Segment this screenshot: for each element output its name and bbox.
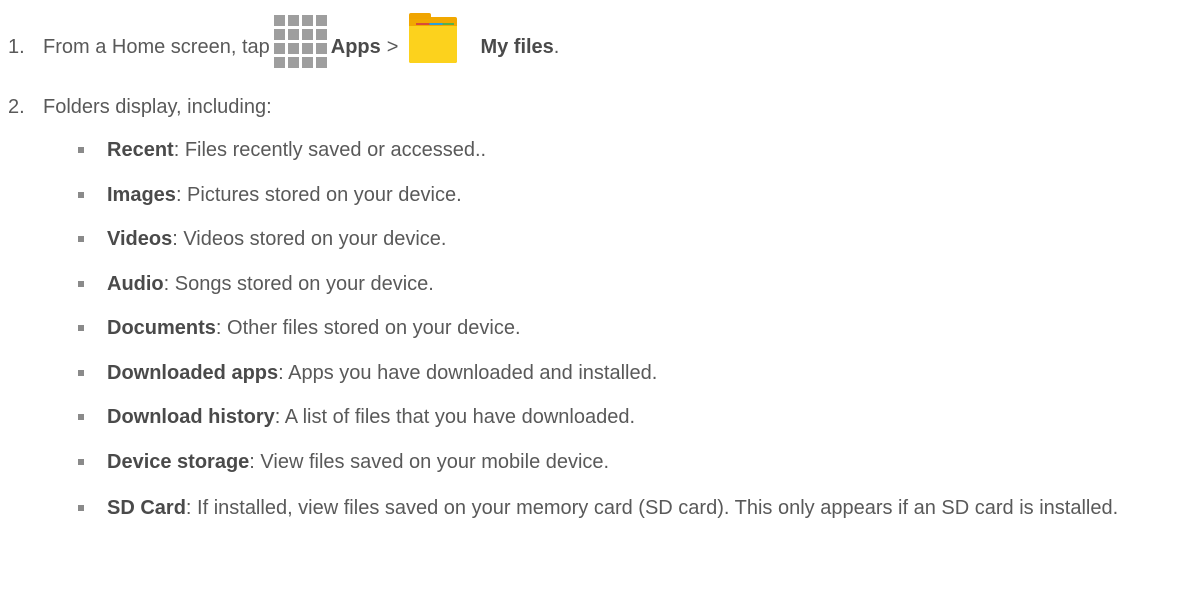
folder-description: : Songs stored on your device. [163,272,434,295]
square-bullet-icon [78,325,84,331]
folder-name: Device storage [107,450,250,473]
square-bullet-icon [78,236,84,242]
list-item: Recent: Files recently saved or accessed… [78,137,1168,163]
folder-name: Recent [107,139,174,161]
folder-description: : A list of files that you have download… [274,406,636,428]
square-bullet-icon [78,458,84,465]
my-files-folder-icon [408,13,458,65]
step-1: 1. From a Home screen, tap Apps > My fil… [0,13,560,68]
list-item: Audio: Songs stored on your device. [78,271,1168,297]
folder-name: Documents [107,317,216,339]
folder-description: : Apps you have downloaded and installed… [278,361,658,384]
square-bullet-icon [78,369,84,376]
square-bullet-icon [78,505,84,511]
list-item: Device storage: View files saved on your… [78,449,1168,475]
folder-description: : View files saved on your mobile device… [249,450,610,473]
apps-grid-icon [273,14,327,68]
folder-description: : Videos stored on your device. [172,228,447,250]
folder-description: : Pictures stored on your device. [175,183,462,206]
folder-name: Audio [107,272,164,295]
folder-name: Images [107,183,176,206]
folder-name: SD Card [107,497,186,519]
separator: > [386,35,399,58]
list-item: Documents: Other files stored on your de… [78,315,1168,341]
list-item: Images: Pictures stored on your device. [78,182,1168,208]
step-text: From a Home screen, tap [43,35,270,58]
folder-name: Downloaded apps [107,361,279,384]
square-bullet-icon [78,280,84,287]
folder-description: : Other files stored on your device. [215,317,521,339]
list-item: Download history: A list of files that y… [78,404,1168,430]
step-text: Folders display, including: [43,95,272,118]
apps-label: Apps [330,35,381,58]
list-item: SD Card: If installed, view files saved … [78,493,1168,523]
step-2: 2. Folders display, including: [0,92,272,122]
folder-name: Download history [107,406,275,428]
square-bullet-icon [78,147,84,153]
folder-description: : Files recently saved or accessed.. [173,139,487,161]
list-item: Downloaded apps: Apps you have downloade… [78,360,1168,386]
list-item: Videos: Videos stored on your device. [78,226,1168,252]
my-files-label: My files [480,35,554,58]
step-end: . [553,35,560,58]
square-bullet-icon [78,191,84,198]
step-number: 1. [8,35,25,58]
folder-description: : If installed, view files saved on your… [185,497,1119,519]
folder-name: Videos [107,228,173,250]
square-bullet-icon [78,414,84,420]
folder-list: Recent: Files recently saved or accessed… [78,137,1168,542]
step-number: 2. [8,95,25,118]
